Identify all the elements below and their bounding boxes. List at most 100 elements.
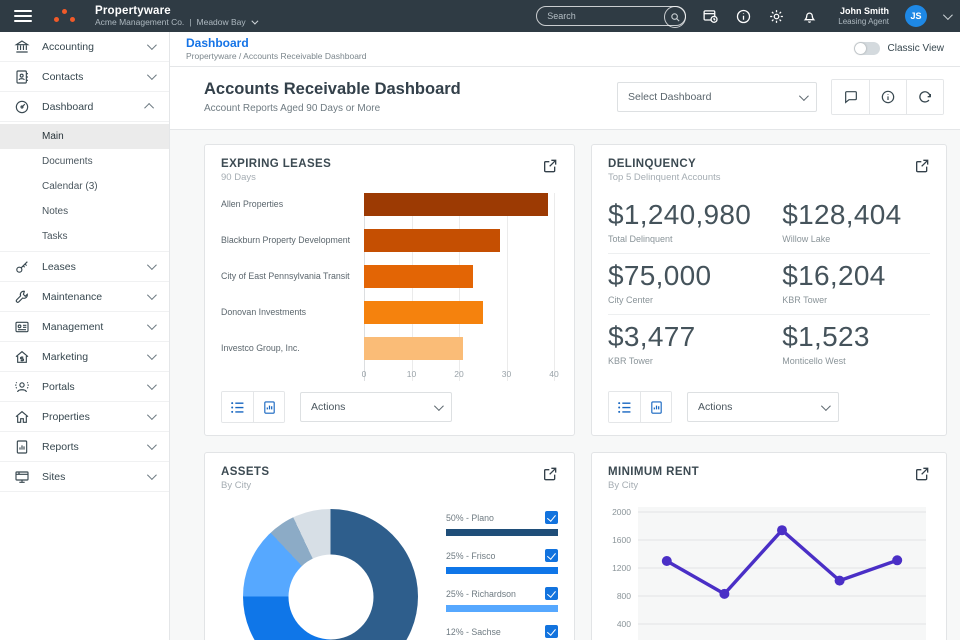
search-box[interactable] <box>536 6 687 28</box>
chevron-down-icon <box>251 17 259 25</box>
notifications-bell-icon[interactable] <box>801 8 818 25</box>
expiring-leases-bar-chart: Allen Properties Blackburn Property Devel… <box>221 193 559 381</box>
user-name: John Smith <box>840 5 889 16</box>
select-dashboard-dropdown[interactable]: Select Dashboard <box>617 82 817 112</box>
sidebar-item-contacts[interactable]: Contacts <box>0 62 169 92</box>
chevron-down-icon <box>146 440 157 451</box>
topbar: Propertyware Acme Management Co. | Meado… <box>0 0 960 32</box>
panel-title: EXPIRING LEASES <box>221 158 332 170</box>
sidebar-item-marketing[interactable]: Marketing <box>0 342 169 372</box>
legend-checkbox[interactable] <box>545 625 558 638</box>
open-report-icon[interactable] <box>542 466 558 482</box>
sidebar-item-label: Leases <box>42 260 76 273</box>
legend-checkbox[interactable] <box>545 587 558 600</box>
x-axis-tick: 30 <box>501 369 512 379</box>
sidebar-item-dashboard[interactable]: Dashboard <box>0 92 169 122</box>
house-icon <box>14 409 30 425</box>
panel-subtitle: By City <box>608 480 639 491</box>
app-window: Propertyware Acme Management Co. | Meado… <box>0 0 960 640</box>
actions-dropdown[interactable]: Actions <box>300 392 452 422</box>
brand-block: Propertyware Acme Management Co. | Meado… <box>95 4 259 28</box>
divider: | <box>189 16 192 27</box>
chevron-down-icon <box>146 350 157 361</box>
recent-activity-icon[interactable] <box>702 8 719 25</box>
open-report-icon[interactable] <box>914 466 930 482</box>
legend-checkbox[interactable] <box>545 511 558 524</box>
avatar[interactable]: JS <box>905 5 927 27</box>
open-report-icon[interactable] <box>542 158 558 174</box>
legend-color-bar <box>446 605 558 612</box>
user-menu-chevron-icon[interactable] <box>942 9 953 20</box>
legend-label: 50% - Plano <box>446 512 494 523</box>
export-report-icon[interactable] <box>640 392 671 422</box>
open-report-icon[interactable] <box>914 158 930 174</box>
idcard-icon <box>14 319 30 335</box>
sites-icon <box>14 469 30 485</box>
legend-item-frisco: 25% - Frisco <box>446 549 558 574</box>
breadcrumb-path: Propertyware / Accounts Receivable Dashb… <box>186 51 367 61</box>
brand-name: Propertyware <box>95 4 171 17</box>
sidebar-item-label: Maintenance <box>42 290 103 303</box>
donut-legend: 50% - Plano 25% - Frisco 25% - Richardson 1… <box>446 509 558 640</box>
list-view-icon[interactable] <box>222 392 253 422</box>
list-view-icon[interactable] <box>609 392 640 422</box>
sidebar-item-maintenance[interactable]: Maintenance <box>0 282 169 312</box>
info-icon[interactable] <box>735 8 752 25</box>
sidebar-subitem-notes[interactable]: Notes <box>0 199 169 224</box>
sidebar-item-sites[interactable]: Sites <box>0 462 169 492</box>
comments-icon[interactable] <box>832 80 869 114</box>
sidebar-subitem-main[interactable]: Main <box>0 124 169 149</box>
legend-checkbox[interactable] <box>545 549 558 562</box>
contacts-icon <box>14 69 30 85</box>
export-report-icon[interactable] <box>253 392 284 422</box>
chevron-down-icon <box>146 410 157 421</box>
classic-view-toggle[interactable] <box>853 42 880 55</box>
settings-gear-icon[interactable] <box>768 8 785 25</box>
panel-subtitle: By City <box>221 480 252 491</box>
menu-icon[interactable] <box>14 10 32 22</box>
chevron-down-icon <box>146 40 157 51</box>
chevron-down-icon <box>146 380 157 391</box>
dashboard-icon <box>14 99 30 115</box>
stat-cell: $1,523 Monticello West <box>782 321 930 366</box>
sidebar-item-label: Management <box>42 320 104 333</box>
dashboard-info-icon[interactable] <box>869 80 906 114</box>
stat-cell: $128,404 Willow Lake <box>782 199 930 244</box>
refresh-icon[interactable] <box>906 80 943 114</box>
delinquency-panel: DELINQUENCY Top 5 Delinquent Accounts $1… <box>591 144 947 436</box>
page-title: Accounts Receivable Dashboard <box>204 80 461 98</box>
sidebar-item-label: Reports <box>42 440 79 453</box>
page-subtitle: Account Reports Aged 90 Days or More <box>204 103 381 114</box>
legend-label: 25% - Frisco <box>446 550 496 561</box>
company-name: Acme Management Co. <box>95 16 185 27</box>
bar-row: Allen Properties <box>221 193 558 216</box>
data-point <box>661 556 672 566</box>
sidebar-item-management[interactable]: Management <box>0 312 169 342</box>
legend-color-bar <box>446 529 558 536</box>
sidebar-item-label: Contacts <box>42 70 84 83</box>
assets-donut-chart: 50% - Plano 25% - Frisco 25% - Richardson 1… <box>221 509 558 640</box>
house-dollar-icon <box>14 349 30 365</box>
breadcrumb-page-link[interactable]: Dashboard <box>186 36 366 50</box>
legend-color-bar <box>446 567 558 574</box>
stat-cell: $75,000 City Center <box>608 260 782 305</box>
sidebar-subitem-calendar-3[interactable]: Calendar (3) <box>0 174 169 199</box>
bar <box>364 301 483 324</box>
sidebar-subitem-documents[interactable]: Documents <box>0 149 169 174</box>
minimum-rent-line-chart: 2000160012008004000 East CarsonviewPort … <box>608 501 930 640</box>
expiring-leases-panel: EXPIRING LEASES 90 Days Allen Properties… <box>204 144 575 436</box>
sidebar-item-properties[interactable]: Properties <box>0 402 169 432</box>
sidebar-item-leases[interactable]: Leases <box>0 252 169 282</box>
chevron-down-icon <box>146 70 157 81</box>
sidebar-item-accounting[interactable]: Accounting <box>0 32 169 62</box>
data-point <box>719 588 730 599</box>
chevron-down-icon <box>798 90 809 101</box>
stat-value: $3,477 <box>608 321 696 352</box>
location-selector[interactable]: Meadow Bay <box>197 17 246 28</box>
search-input[interactable] <box>547 11 653 21</box>
sidebar-item-reports[interactable]: Reports <box>0 432 169 462</box>
actions-dropdown[interactable]: Actions <box>687 392 839 422</box>
sidebar-subitem-tasks[interactable]: Tasks <box>0 224 169 249</box>
sidebar-item-portals[interactable]: Portals <box>0 372 169 402</box>
search-icon[interactable] <box>664 6 687 28</box>
